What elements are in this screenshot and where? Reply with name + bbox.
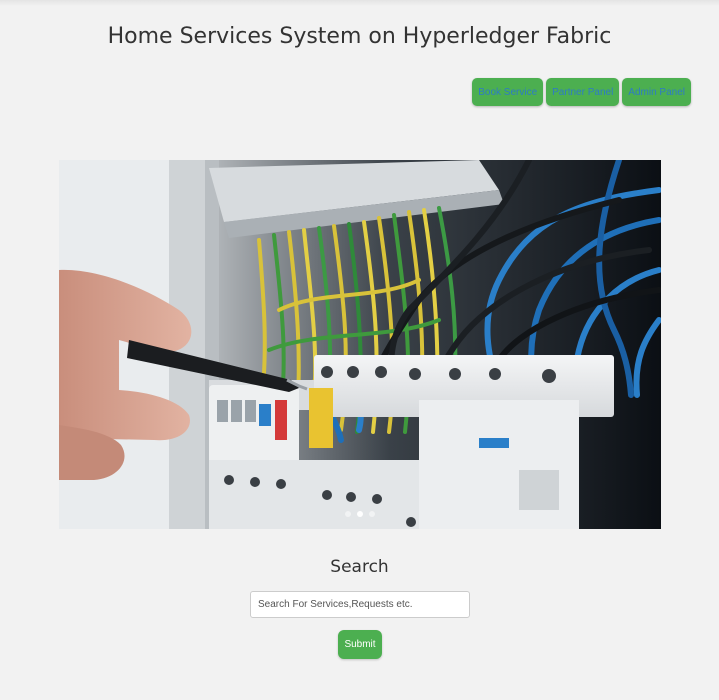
image-carousel[interactable] xyxy=(59,160,661,529)
partner-panel-button[interactable]: Partner Panel xyxy=(546,78,620,106)
book-service-button[interactable]: Book Service xyxy=(472,78,544,106)
search-heading: Search xyxy=(330,557,389,577)
carousel-dot[interactable] xyxy=(369,511,375,517)
submit-button[interactable]: Submit xyxy=(338,630,382,659)
carousel-dot-active[interactable] xyxy=(357,511,363,517)
electrical-panel-photo xyxy=(59,160,661,529)
carousel-dot[interactable] xyxy=(345,511,351,517)
search-input[interactable] xyxy=(250,591,470,618)
page-title: Home Services System on Hyperledger Fabr… xyxy=(107,24,612,49)
carousel-indicators xyxy=(59,511,661,517)
admin-panel-button[interactable]: Admin Panel xyxy=(622,78,691,106)
top-shadow xyxy=(0,0,719,6)
top-nav: Book Service Partner Panel Admin Panel xyxy=(472,78,691,106)
